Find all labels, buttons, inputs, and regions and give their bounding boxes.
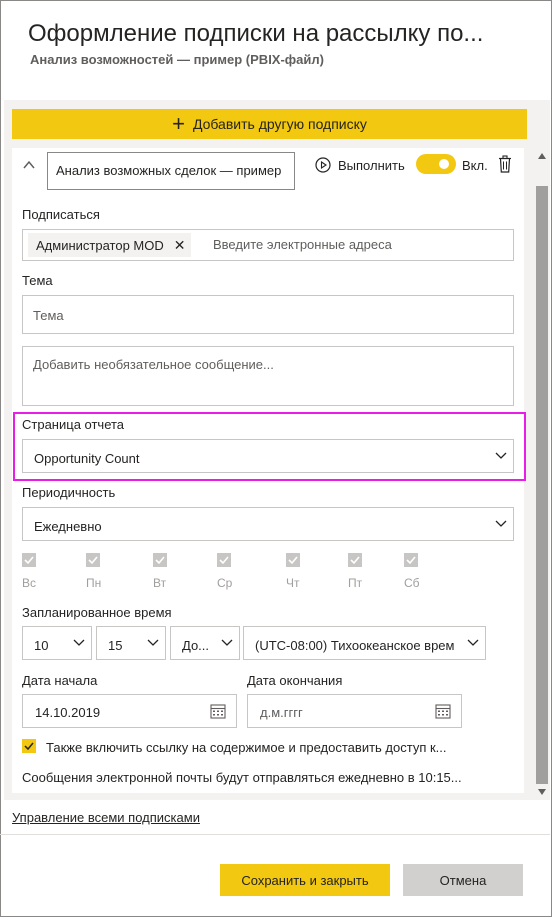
plus-icon: + [172, 111, 185, 136]
add-subscription-label: Добавить другую подписку [192, 116, 367, 132]
manage-subscriptions-link[interactable]: Управление всеми подписками [12, 810, 200, 825]
report-page-label: Страница отчета [22, 417, 125, 432]
day-label: Вт [153, 576, 167, 590]
day-label: Пн [86, 576, 102, 590]
recipient-pill: Администратор MOD ✕ [28, 233, 192, 257]
add-subscription-button[interactable]: + Добавить другую подписку [12, 109, 527, 139]
day-checkbox [153, 553, 167, 567]
chevron-down-icon [221, 639, 233, 646]
day-checkbox [348, 553, 362, 567]
scroll-down-icon[interactable] [538, 789, 546, 795]
start-date-value: 14.10.2019 [35, 705, 101, 720]
day-friday: Пт [348, 553, 378, 590]
day-sunday: Вс [22, 553, 52, 590]
day-checkbox [286, 553, 300, 567]
chevron-down-icon [467, 639, 479, 646]
weekday-checkboxes: Вс Пн Вт Ср Чт Пт Сб [22, 553, 442, 593]
share-checkbox[interactable] [22, 739, 36, 753]
subscribe-label: Подписаться [22, 207, 100, 222]
play-circle-icon[interactable] [315, 157, 331, 173]
cancel-button[interactable]: Отмена [403, 864, 523, 896]
trash-icon[interactable] [498, 155, 512, 173]
subscription-toggle[interactable] [416, 154, 456, 174]
hour-value: 10 [34, 638, 49, 653]
day-thursday: Чт [286, 553, 316, 590]
day-label: Сб [404, 576, 420, 590]
dialog-subtitle: Анализ возможностей — пример (PBIX-файл) [30, 52, 324, 67]
day-label: Пт [348, 576, 363, 590]
checkmark-icon [24, 742, 34, 751]
chevron-down-icon [495, 452, 507, 459]
message-textarea[interactable]: Добавить необязательное сообщение... [22, 346, 514, 406]
day-checkbox [404, 553, 418, 567]
day-label: Ср [217, 576, 233, 590]
dialog-title: Оформление подписки на рассылку по... [28, 20, 484, 47]
chevron-down-icon [73, 639, 85, 646]
toggle-label: Вкл. [462, 158, 488, 173]
frequency-value: Ежедневно [34, 519, 102, 534]
day-label: Чт [286, 576, 300, 590]
share-checkbox-label: Также включить ссылку на содержимое и пр… [46, 740, 447, 755]
schedule-summary: Сообщения электронной почты будут отправ… [22, 770, 462, 785]
report-page-value: Opportunity Count [34, 451, 140, 466]
frequency-dropdown[interactable]: Ежедневно [22, 507, 514, 541]
calendar-icon[interactable] [210, 703, 226, 719]
hour-dropdown[interactable]: 10 [22, 626, 92, 660]
frequency-label: Периодичность [22, 485, 116, 500]
day-checkbox [22, 553, 36, 567]
chevron-down-icon [495, 520, 507, 527]
day-checkbox [86, 553, 100, 567]
toggle-knob [439, 159, 449, 169]
day-saturday: Сб [404, 553, 434, 590]
day-checkbox [217, 553, 231, 567]
day-tuesday: Вт [153, 553, 183, 590]
end-date-placeholder: д.м.гггг [260, 705, 303, 720]
ampm-dropdown[interactable]: До... [170, 626, 240, 660]
timezone-value: (UTC-08:00) Тихоокеанское врем [255, 638, 455, 653]
recipients-placeholder: Введите электронные адреса [213, 237, 392, 252]
recipient-name: Администратор MOD [36, 237, 164, 253]
close-icon[interactable]: ✕ [174, 237, 186, 254]
minute-dropdown[interactable]: 15 [96, 626, 166, 660]
subject-input[interactable]: Тема [22, 295, 514, 334]
run-now-button[interactable]: Выполнить [338, 158, 405, 173]
minute-value: 15 [108, 638, 123, 653]
ampm-value: До... [182, 638, 210, 653]
chevron-up-icon[interactable] [22, 158, 36, 172]
scroll-up-icon[interactable] [538, 153, 546, 159]
day-label: Вс [22, 576, 37, 590]
scrollbar-thumb[interactable] [536, 186, 548, 784]
timezone-dropdown[interactable]: (UTC-08:00) Тихоокеанское врем [243, 626, 486, 660]
end-date-label: Дата окончания [247, 673, 343, 688]
report-page-dropdown[interactable]: Opportunity Count [22, 439, 514, 473]
day-monday: Пн [86, 553, 116, 590]
scheduled-time-label: Запланированное время [22, 605, 172, 620]
footer-divider [0, 834, 550, 835]
report-name-field[interactable]: Анализ возможных сделок — пример [47, 152, 295, 190]
save-and-close-button[interactable]: Сохранить и закрыть [220, 864, 390, 896]
end-date-input[interactable]: д.м.гггг [247, 694, 462, 728]
start-date-label: Дата начала [22, 673, 98, 688]
day-wednesday: Ср [217, 553, 247, 590]
subject-label: Тема [22, 273, 53, 288]
chevron-down-icon [147, 639, 159, 646]
start-date-input[interactable]: 14.10.2019 [22, 694, 237, 728]
calendar-icon[interactable] [435, 703, 451, 719]
